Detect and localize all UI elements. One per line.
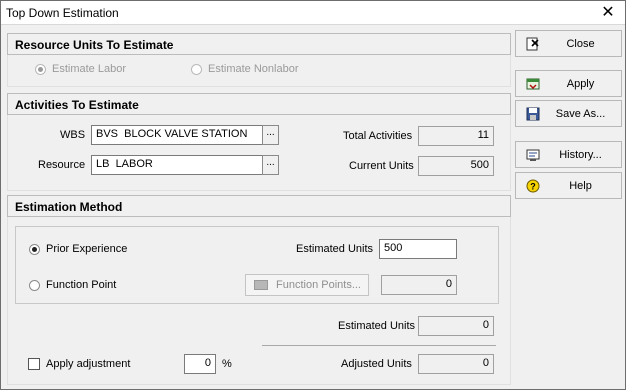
wbs-browse-button[interactable]: ... — [262, 125, 279, 145]
radio-selected-icon — [29, 243, 40, 255]
title-bar: Top Down Estimation ✕ — [1, 1, 625, 25]
function-point-radio[interactable]: Function Point — [29, 279, 116, 291]
help-question-icon: ? — [526, 179, 540, 193]
function-points-button-label: Function Points... — [276, 279, 361, 291]
apply-adjustment-checkbox[interactable]: Apply adjustment — [28, 358, 130, 370]
estimated-units-result-label: Estimated Units — [338, 320, 416, 332]
total-activities-label: Total Activities — [343, 130, 413, 142]
resource-browse-button[interactable]: ... — [262, 155, 279, 175]
estimation-method-header: Estimation Method — [7, 195, 511, 217]
adjustment-input[interactable]: 0 — [184, 354, 216, 374]
function-point-label: Function Point — [46, 279, 117, 291]
estimated-units-result-value: 0 — [418, 316, 494, 336]
estimate-labor-radio[interactable]: Estimate Labor — [35, 63, 126, 75]
total-activities-value: 11 — [418, 126, 494, 146]
function-points-icon — [254, 280, 268, 290]
resource-units-body: Estimate Labor Estimate Nonlabor — [7, 55, 511, 87]
prior-experience-radio[interactable]: Prior Experience — [29, 243, 127, 255]
radio-selected-icon — [35, 63, 46, 75]
apply-icon — [526, 78, 540, 90]
estimation-method-body: Prior Experience Estimated Units 500 Fun… — [7, 217, 511, 385]
activities-body: WBS BVS BLOCK VALVE STATION ... Resource… — [7, 115, 511, 191]
current-units-label: Current Units — [349, 160, 414, 172]
estimate-labor-label: Estimate Labor — [52, 63, 126, 75]
history-button[interactable]: History... — [515, 141, 622, 168]
wbs-label: WBS — [60, 129, 86, 141]
wbs-field[interactable]: BVS BLOCK VALVE STATION — [91, 125, 263, 145]
resource-field[interactable]: LB LABOR — [91, 155, 263, 175]
floppy-disk-icon — [526, 107, 540, 121]
function-points-value: 0 — [381, 275, 457, 295]
resource-label: Resource — [38, 159, 86, 171]
button-sidebar: Close Apply Save As... History... ? Help — [513, 26, 625, 389]
top-down-estimation-dialog: Top Down Estimation ✕ Resource Units To … — [0, 0, 626, 390]
radio-unselected-icon — [191, 63, 202, 75]
close-document-icon — [526, 37, 539, 51]
activities-header: Activities To Estimate — [7, 93, 511, 115]
divider-line — [262, 345, 496, 346]
help-button[interactable]: ? Help — [515, 172, 622, 199]
estimate-nonlabor-label: Estimate Nonlabor — [208, 63, 299, 75]
current-units-value: 500 — [418, 156, 494, 176]
estimate-nonlabor-radio[interactable]: Estimate Nonlabor — [191, 63, 299, 75]
estimated-units-input[interactable]: 500 — [379, 239, 457, 259]
function-points-button[interactable]: Function Points... — [245, 274, 369, 296]
close-button[interactable]: Close — [515, 30, 622, 57]
adjustment-percent-label: % — [222, 358, 232, 370]
apply-adjustment-label: Apply adjustment — [46, 358, 131, 370]
history-icon — [526, 149, 540, 161]
main-panel: Resource Units To Estimate Estimate Labo… — [7, 31, 511, 385]
save-as-button[interactable]: Save As... — [515, 100, 622, 127]
adjusted-units-value: 0 — [418, 354, 494, 374]
resource-units-header: Resource Units To Estimate — [7, 33, 511, 55]
prior-experience-label: Prior Experience — [46, 243, 128, 255]
radio-unselected-icon — [29, 279, 40, 291]
checkbox-icon — [28, 358, 40, 370]
apply-button[interactable]: Apply — [515, 70, 622, 97]
svg-text:?: ? — [530, 182, 536, 192]
window-close-icon[interactable]: ✕ — [597, 2, 619, 24]
adjusted-units-label: Adjusted Units — [341, 358, 412, 370]
window-title: Top Down Estimation — [6, 6, 119, 20]
estimated-units-label: Estimated Units — [296, 243, 374, 255]
